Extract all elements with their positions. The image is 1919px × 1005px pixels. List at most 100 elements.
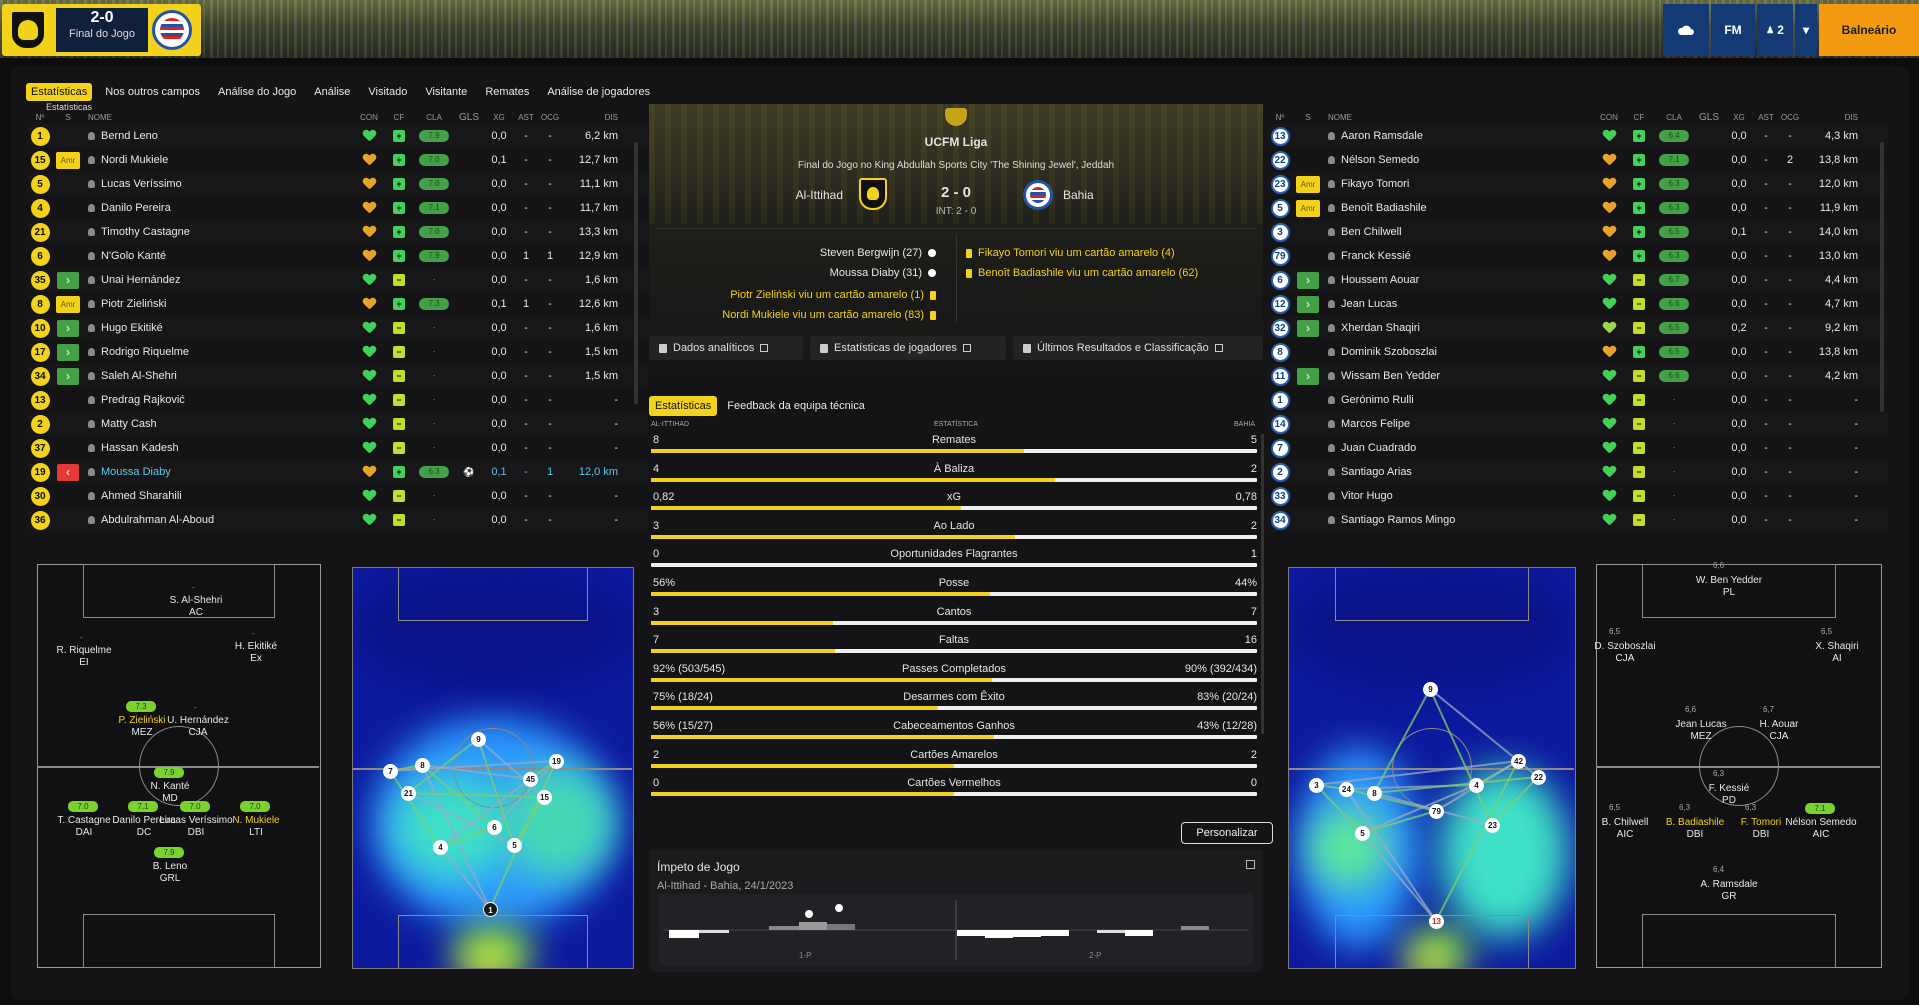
player-row[interactable]: 22 Nélson Semedo +7.1 0,0 - 2 13,8 km bbox=[1268, 148, 1888, 172]
scoreboard[interactable]: 2-0 Final do Jogo bbox=[2, 4, 201, 56]
column-header-3[interactable]: CON bbox=[1594, 112, 1624, 124]
league-name[interactable]: UCFM Liga bbox=[649, 135, 1263, 149]
player-name[interactable]: Santiago Ramos Mingo bbox=[1341, 514, 1455, 526]
column-header-0[interactable]: Nº bbox=[28, 112, 52, 124]
player-name-cell[interactable]: Gerónimo Rulli bbox=[1324, 394, 1594, 406]
column-header-8[interactable]: AST bbox=[514, 112, 538, 124]
player-name-cell[interactable]: Lucas Veríssimo bbox=[84, 178, 354, 190]
expand-icon[interactable] bbox=[1246, 860, 1255, 869]
column-header-1[interactable]: S bbox=[52, 112, 84, 124]
analysis-link-1[interactable]: Estatísticas de jogadores bbox=[810, 336, 1006, 360]
player-name[interactable]: Bernd Leno bbox=[101, 130, 158, 142]
fm-button[interactable]: FM bbox=[1711, 4, 1755, 56]
player-row[interactable]: 30 Ahmed Sharahili − - 0,0 - - - bbox=[28, 484, 648, 508]
player-name[interactable]: Gerónimo Rulli bbox=[1341, 394, 1414, 406]
player-name-cell[interactable]: Dominik Szoboszlai bbox=[1324, 346, 1594, 358]
player-name[interactable]: Benoît Badiashile bbox=[1341, 202, 1427, 214]
player-name[interactable]: Timothy Castagne bbox=[101, 226, 190, 238]
player-name-cell[interactable]: Wissam Ben Yedder bbox=[1324, 370, 1594, 382]
player-name-cell[interactable]: Piotr Zieliński bbox=[84, 298, 354, 310]
player-row[interactable]: 36 Abdulrahman Al-Aboud − - 0,0 - - - bbox=[28, 508, 648, 532]
player-name[interactable]: Ben Chilwell bbox=[1341, 226, 1402, 238]
column-header-6[interactable]: GLS bbox=[454, 112, 484, 124]
analysis-link-0[interactable]: Dados analíticos bbox=[649, 336, 803, 360]
player-name[interactable]: N'Golo Kanté bbox=[101, 250, 166, 262]
player-node[interactable]: 13 bbox=[1429, 914, 1444, 929]
tab-4[interactable]: Visitado bbox=[363, 83, 412, 101]
home-team-name[interactable]: Al-Ittihad bbox=[796, 188, 843, 202]
analysis-link-2[interactable]: Últimos Resultados e Classificação bbox=[1013, 336, 1263, 360]
player-name[interactable]: Moussa Diaby bbox=[101, 466, 171, 478]
tab-1[interactable]: Nos outros campos bbox=[100, 83, 205, 101]
home-event[interactable]: Steven Bergwijn (27) bbox=[820, 244, 936, 262]
player-node[interactable]: 3 bbox=[1309, 778, 1324, 793]
player-name[interactable]: Nordi Mukiele bbox=[101, 154, 168, 166]
player-name[interactable]: Lucas Veríssimo bbox=[101, 178, 182, 190]
player-position-marker[interactable]: B. Badiashile DBI bbox=[1657, 817, 1733, 841]
player-row[interactable]: 6 N'Golo Kanté +7.9 0,0 1 1 12,9 km bbox=[28, 244, 648, 268]
player-name-cell[interactable]: Moussa Diaby bbox=[84, 466, 354, 478]
player-row[interactable]: 35 › Unai Hernández − - 0,0 - - 1,6 km bbox=[28, 268, 648, 292]
people-count-button[interactable]: ♟ 2 bbox=[1757, 4, 1793, 56]
player-node[interactable]: 5 bbox=[1355, 826, 1370, 841]
stats-tab-1[interactable]: Feedback da equipa técnica bbox=[721, 396, 871, 416]
player-name[interactable]: Abdulrahman Al-Aboud bbox=[101, 514, 214, 526]
player-node[interactable]: 45 bbox=[523, 772, 538, 787]
player-row[interactable]: 19 ‹ Moussa Diaby +6.3 ⚽ 0,1 - 1 12,0 km bbox=[28, 460, 648, 484]
column-header-5[interactable]: CLA bbox=[1654, 112, 1694, 124]
player-name[interactable]: Aaron Ramsdale bbox=[1341, 130, 1423, 142]
player-node[interactable]: 79 bbox=[1429, 804, 1444, 819]
player-position-marker[interactable]: S. Al-Shehri AC bbox=[158, 595, 234, 619]
player-name[interactable]: Xherdan Shaqiri bbox=[1341, 322, 1420, 334]
column-header-2[interactable]: NOME bbox=[84, 112, 354, 124]
column-header-10[interactable]: DIS bbox=[562, 112, 624, 124]
player-node[interactable]: 1 bbox=[483, 902, 498, 917]
player-node[interactable]: 15 bbox=[537, 790, 552, 805]
player-row[interactable]: 5 Amr Benoît Badiashile +6.3 0,0 - - 11,9 km bbox=[1268, 196, 1888, 220]
player-name-cell[interactable]: Xherdan Shaqiri bbox=[1324, 322, 1594, 334]
player-name[interactable]: Vitor Hugo bbox=[1341, 490, 1393, 502]
player-node[interactable]: 23 bbox=[1485, 818, 1500, 833]
home-event[interactable]: Nordi Mukiele viu um cartão amarelo (83) bbox=[722, 306, 936, 324]
player-position-marker[interactable]: R. Riquelme EI bbox=[46, 645, 122, 669]
home-heatmap[interactable]: 9 7 8 21 45 19 15 6 4 5 1 bbox=[352, 567, 634, 969]
player-name-cell[interactable]: Nélson Semedo bbox=[1324, 154, 1594, 166]
player-name[interactable]: Predrag Rajković bbox=[101, 394, 185, 406]
player-name-cell[interactable]: Unai Hernández bbox=[84, 274, 354, 286]
player-position-marker[interactable]: Nélson Semedo AIC bbox=[1783, 817, 1859, 841]
player-row[interactable]: 21 Timothy Castagne +7.0 0,0 - - 13,3 km bbox=[28, 220, 648, 244]
player-node[interactable]: 5 bbox=[507, 838, 522, 853]
player-name[interactable]: Franck Kessié bbox=[1341, 250, 1411, 262]
player-name[interactable]: Unai Hernández bbox=[101, 274, 181, 286]
match-events[interactable]: Steven Bergwijn (27) Moussa Diaby (31) Pio… bbox=[649, 230, 1263, 326]
player-row[interactable]: 34 › Saleh Al-Shehri − - 0,0 - - 1,5 km bbox=[28, 364, 648, 388]
column-header-5[interactable]: CLA bbox=[414, 112, 454, 124]
player-node[interactable]: 8 bbox=[415, 758, 430, 773]
chevron-down-icon[interactable]: ▾ bbox=[1795, 4, 1817, 56]
player-node[interactable]: 21 bbox=[401, 786, 416, 801]
player-name[interactable]: Saleh Al-Shehri bbox=[101, 370, 177, 382]
player-name[interactable]: Marcos Felipe bbox=[1341, 418, 1410, 430]
player-row[interactable]: 8 Dominik Szoboszlai +6.5 0,0 - - 13,8 km bbox=[1268, 340, 1888, 364]
player-name-cell[interactable]: Hassan Kadesh bbox=[84, 442, 354, 454]
player-name-cell[interactable]: Santiago Ramos Mingo bbox=[1324, 514, 1594, 526]
customize-button[interactable]: Personalizar bbox=[1181, 822, 1273, 844]
player-row[interactable]: 37 Hassan Kadesh − - 0,0 - - - bbox=[28, 436, 648, 460]
player-row[interactable]: 23 Amr Fikayo Tomori +6.3 0,0 - - 12,0 km bbox=[1268, 172, 1888, 196]
weather-button[interactable] bbox=[1663, 4, 1709, 56]
player-row[interactable]: 15 Amr Nordi Mukiele +7.0 0,1 - - 12,7 km bbox=[28, 148, 648, 172]
away-table-scrollbar[interactable] bbox=[1880, 142, 1884, 412]
player-name[interactable]: Houssem Aouar bbox=[1341, 274, 1419, 286]
player-node[interactable]: 8 bbox=[1367, 786, 1382, 801]
player-name-cell[interactable]: Abdulrahman Al-Aboud bbox=[84, 514, 354, 526]
player-position-marker[interactable]: B. Chilwell AIC bbox=[1587, 817, 1663, 841]
player-name-cell[interactable]: Vitor Hugo bbox=[1324, 490, 1594, 502]
player-name[interactable]: Wissam Ben Yedder bbox=[1341, 370, 1440, 382]
tab-3[interactable]: Análise bbox=[309, 83, 355, 101]
column-header-4[interactable]: CF bbox=[1624, 112, 1654, 124]
player-row[interactable]: 5 Lucas Veríssimo +7.0 0,0 - - 11,1 km bbox=[28, 172, 648, 196]
column-header-7[interactable]: XG bbox=[484, 112, 514, 124]
player-node[interactable]: 4 bbox=[433, 840, 448, 855]
player-name[interactable]: Matty Cash bbox=[101, 418, 157, 430]
column-header-2[interactable]: NOME bbox=[1324, 112, 1594, 124]
